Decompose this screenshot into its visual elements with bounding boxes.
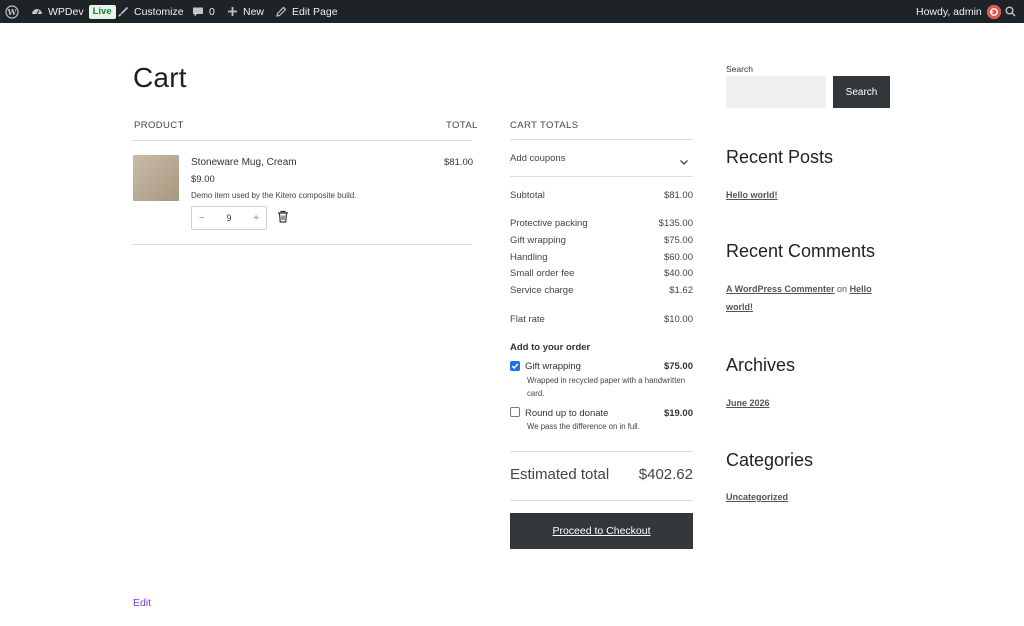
trash-icon[interactable] <box>277 210 289 228</box>
quantity-input[interactable]: 9 <box>226 213 231 223</box>
subtotal-value: $81.00 <box>663 190 693 201</box>
edit-page-link[interactable]: Edit <box>133 597 151 609</box>
divider <box>510 500 693 501</box>
fee-label: Handling <box>510 252 548 263</box>
comments-link[interactable]: 0 <box>192 0 215 23</box>
comment-icon <box>192 6 204 18</box>
categories-title: Categories <box>726 450 814 470</box>
recent-posts-title: Recent Posts <box>726 147 834 167</box>
divider <box>510 139 693 140</box>
shipping-label: Flat rate <box>510 314 545 325</box>
quantity-stepper: − 9 + <box>191 206 267 230</box>
search-button[interactable]: Search <box>833 76 890 108</box>
decrease-quantity-button[interactable]: − <box>199 213 205 224</box>
category-link[interactable]: Uncategorized <box>726 492 788 502</box>
divider <box>133 140 472 141</box>
product-name[interactable]: Stoneware Mug, Cream <box>191 157 297 168</box>
gift-wrapping-checkbox[interactable] <box>510 361 520 371</box>
divider <box>510 451 693 452</box>
recent-comments-title: Recent Comments <box>726 241 876 261</box>
plus-icon <box>227 6 238 17</box>
account-menu[interactable]: Howdy, admin <box>916 0 1001 23</box>
divider <box>510 176 693 177</box>
fee-value: $75.00 <box>663 235 693 246</box>
avatar <box>986 4 1001 19</box>
addon-label[interactable]: Gift wrapping <box>525 361 581 372</box>
fee-value: $60.00 <box>663 252 693 263</box>
product-price: $9.00 <box>191 174 215 185</box>
brush-icon <box>117 6 129 18</box>
archive-link[interactable]: June 2026 <box>726 398 770 408</box>
shipping-value: $10.00 <box>663 314 693 325</box>
addon-price: $19.00 <box>663 408 693 419</box>
dashboard-icon <box>31 6 43 18</box>
fee-value: $40.00 <box>663 268 693 279</box>
column-header-total: TOTAL <box>446 120 478 131</box>
divider <box>133 244 472 245</box>
edit-page-link[interactable]: Edit Page <box>275 0 338 23</box>
fee-value: $135.00 <box>658 218 693 229</box>
new-label: New <box>243 5 265 18</box>
comment-on-text: on <box>837 284 848 294</box>
admin-bar: W WPDev Live Customize 0 New Edit Page H… <box>0 0 1024 23</box>
increase-quantity-button[interactable]: + <box>253 213 259 224</box>
fee-label: Small order fee <box>510 268 575 279</box>
archives-title: Archives <box>726 355 796 375</box>
addons-heading: Add to your order <box>510 342 591 353</box>
wordpress-logo-icon[interactable]: W <box>5 0 19 23</box>
comments-count: 0 <box>209 5 215 18</box>
chevron-down-icon[interactable] <box>679 154 689 172</box>
site-name-menu[interactable]: WPDev Live <box>31 0 116 23</box>
proceed-to-checkout-button[interactable]: Proceed to Checkout <box>510 513 693 549</box>
add-coupons-toggle[interactable]: Add coupons <box>510 153 565 164</box>
svg-text:W: W <box>7 7 18 17</box>
page-title: Cart <box>133 62 187 93</box>
column-header-product: PRODUCT <box>134 120 184 131</box>
site-name: WPDev <box>48 5 84 18</box>
product-thumbnail[interactable] <box>133 155 179 201</box>
product-description: Demo item used by the Kitero composite b… <box>191 191 357 200</box>
fee-label: Protective packing <box>510 218 588 229</box>
recent-post-link[interactable]: Hello world! <box>726 190 778 200</box>
live-badge: Live <box>88 4 116 19</box>
addon-label[interactable]: Round up to donate <box>525 408 608 419</box>
checkmark-icon <box>511 363 519 369</box>
addon-description: Wrapped in recycled paper with a handwri… <box>527 376 686 398</box>
recent-comment: A WordPress Commenter on Hello world! <box>726 281 886 316</box>
product-line-total: $81.00 <box>444 157 474 168</box>
fee-label: Gift wrapping <box>510 235 566 246</box>
fee-value: $1.62 <box>669 285 693 296</box>
fee-label: Service charge <box>510 285 574 296</box>
estimated-total-label: Estimated total <box>510 466 610 483</box>
subtotal-label: Subtotal <box>510 190 545 201</box>
addon-description: We pass the difference on in full. <box>527 422 640 431</box>
cart-totals-heading: CART TOTALS <box>510 120 579 131</box>
estimated-total-value: $402.62 <box>638 466 693 483</box>
customize-link[interactable]: Customize <box>117 0 184 23</box>
new-content-link[interactable]: New <box>227 0 264 23</box>
greeting: Howdy, admin <box>916 5 982 18</box>
search-icon[interactable] <box>1005 0 1016 23</box>
pencil-icon <box>275 6 287 18</box>
search-input[interactable] <box>726 76 826 108</box>
comment-author-link[interactable]: A WordPress Commenter <box>726 284 835 294</box>
donate-checkbox[interactable] <box>510 407 520 417</box>
edit-page-label: Edit Page <box>292 5 338 18</box>
search-label: Search <box>726 64 753 74</box>
addon-price: $75.00 <box>663 361 693 372</box>
customize-label: Customize <box>134 5 184 18</box>
